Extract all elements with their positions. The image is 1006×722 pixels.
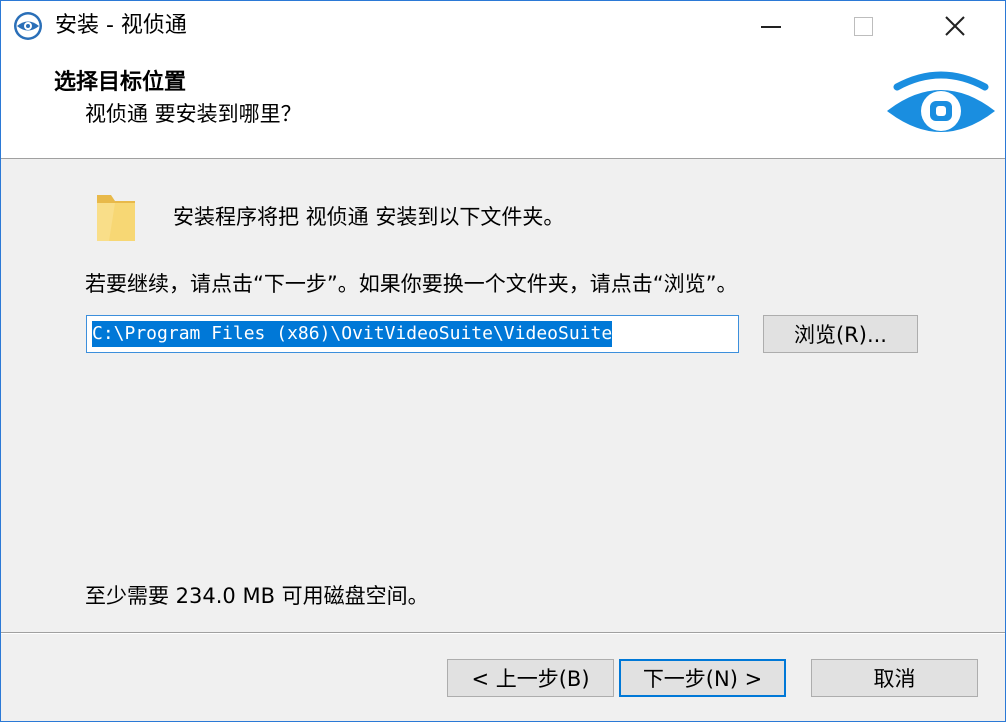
- cancel-button-label: 取消: [873, 667, 916, 691]
- browse-button-label: 浏览(R)...: [793, 323, 887, 347]
- next-button[interactable]: 下一步(N) >: [619, 659, 786, 697]
- cancel-button[interactable]: 取消: [811, 659, 978, 697]
- folder-icon: [97, 195, 135, 241]
- install-path-input[interactable]: C:\Program Files (x86)\OvitVideoSuite\Vi…: [86, 315, 739, 353]
- installer-window: 安装 - 视侦通 选择目标位置 视侦通 要安装到哪里？ 安装程序将把 视侦通 安…: [0, 0, 1006, 722]
- wizard-header: 选择目标位置 视侦通 要安装到哪里？: [1, 51, 1005, 159]
- disk-space-text: 至少需要 234.0 MB 可用磁盘空间。: [85, 584, 429, 608]
- install-path-value: C:\Program Files (x86)\OvitVideoSuite\Vi…: [92, 321, 613, 347]
- back-button-label: < 上一步(B): [471, 667, 590, 691]
- intro-text: 安装程序将把 视侦通 安装到以下文件夹。: [173, 205, 565, 229]
- minimize-icon: [761, 26, 781, 28]
- window-title: 安装 - 视侦通: [55, 13, 187, 38]
- eye-logo-icon: [887, 71, 995, 132]
- back-button[interactable]: < 上一步(B): [447, 659, 614, 697]
- maximize-button[interactable]: [817, 1, 909, 51]
- title-bar[interactable]: 安装 - 视侦通: [1, 1, 1005, 51]
- maximize-icon: [853, 16, 873, 36]
- minimize-button[interactable]: [725, 1, 817, 51]
- page-title: 选择目标位置: [54, 70, 187, 95]
- browse-button[interactable]: 浏览(R)...: [763, 315, 918, 353]
- footer-divider: [1, 632, 1005, 634]
- next-button-label: 下一步(N) >: [642, 667, 763, 691]
- close-icon: [945, 16, 965, 36]
- app-eye-icon: [14, 12, 42, 40]
- close-button[interactable]: [909, 1, 1001, 51]
- page-subtitle: 视侦通 要安装到哪里？: [85, 102, 302, 126]
- instruction-text: 若要继续，请点击“下一步”。如果你要换一个文件夹，请点击“浏览”。: [85, 272, 738, 296]
